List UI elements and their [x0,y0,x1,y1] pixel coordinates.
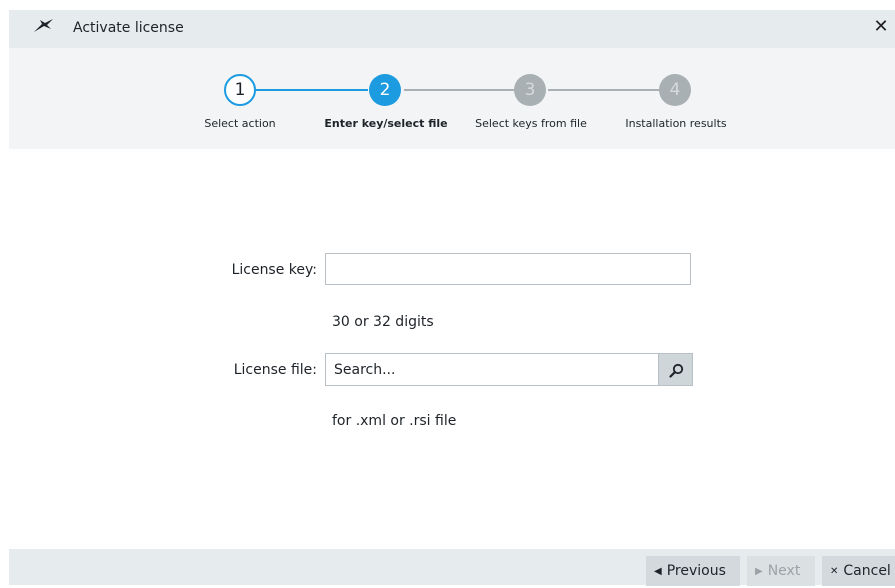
window-title: Activate license [73,20,184,36]
cancel-button-label: Cancel [843,563,891,579]
cancel-x-icon: ✕ [830,566,839,577]
title-bar: Activate license ✕ [9,10,895,48]
license-file-label: License file: [233,362,317,378]
previous-arrow-icon: ◀ [654,566,662,577]
license-file-hint: for .xml or .rsi file [332,413,457,429]
dialog-footer: ◀ Previous ▶ Next ✕ Cancel [9,549,895,586]
license-key-label: License key: [231,262,317,278]
license-key-input[interactable] [325,253,691,285]
step-3-label: Select keys from file [475,117,587,130]
wizard-progress: 1 2 3 4 Select action Enter key/select f… [9,48,895,149]
previous-button[interactable]: ◀ Previous [646,556,740,586]
step-2-circle: 2 [369,74,401,106]
step-4-label: Installation results [625,117,727,130]
next-arrow-icon: ▶ [755,566,763,577]
app-logo-icon [34,19,53,32]
license-file-search-button[interactable] [658,353,693,386]
step-connector-2 [404,89,514,91]
magnifier-icon [669,363,684,378]
cancel-button[interactable]: ✕ Cancel [822,556,895,586]
license-key-hint: 30 or 32 digits [332,314,434,330]
step-1-circle: 1 [224,74,256,106]
step-4-circle: 4 [659,74,691,106]
step-3-circle: 3 [514,74,546,106]
license-file-search-input[interactable] [325,353,659,386]
step-1-label: Select action [204,117,276,130]
next-button-label: Next [767,563,801,579]
next-button[interactable]: ▶ Next [747,556,815,586]
step-2-label: Enter key/select file [324,117,448,130]
close-icon[interactable]: ✕ [870,16,892,38]
previous-button-label: Previous [666,563,726,579]
step-connector-3 [548,89,661,91]
step-connector-1 [256,89,368,91]
